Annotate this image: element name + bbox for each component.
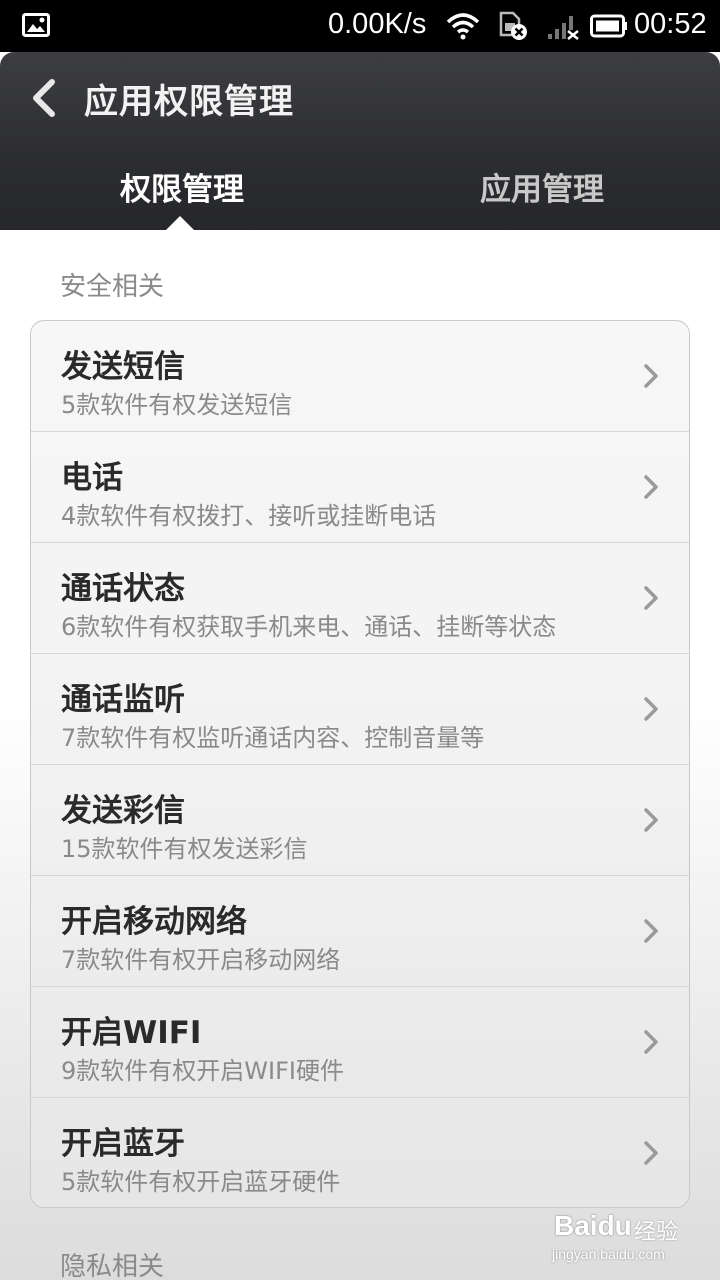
watermark-logo: Baidu	[554, 1210, 632, 1241]
list-item-mobile-data[interactable]: 开启移动网络 7款软件有权开启移动网络	[31, 876, 689, 987]
item-subtitle: 4款软件有权拨打、接听或挂断电话	[61, 502, 437, 530]
wifi-icon	[446, 13, 480, 40]
item-subtitle: 15款软件有权发送彩信	[61, 835, 308, 863]
item-title: 开启WIFI	[61, 1015, 202, 1051]
active-tab-indicator	[166, 216, 194, 230]
list-item-phone[interactable]: 电话 4款软件有权拨打、接听或挂断电话	[31, 432, 689, 543]
chevron-right-icon	[644, 808, 658, 832]
item-subtitle: 6款软件有权获取手机来电、通话、挂断等状态	[61, 613, 557, 641]
item-subtitle: 7款软件有权开启移动网络	[61, 946, 341, 974]
item-subtitle: 5款软件有权开启蓝牙硬件	[61, 1168, 341, 1196]
item-title: 发送彩信	[61, 793, 185, 829]
sim-error-icon	[499, 11, 527, 40]
chevron-right-icon	[644, 919, 658, 943]
baidu-jingyan-watermark: Baidu 经验 jingyan.baidu.com	[548, 1200, 698, 1270]
chevron-right-icon	[644, 475, 658, 499]
list-item-bluetooth[interactable]: 开启蓝牙 5款软件有权开启蓝牙硬件	[31, 1098, 689, 1207]
permission-list: 发送短信 5款软件有权发送短信 电话 4款软件有权拨打、接听或挂断电话 通话状态…	[30, 320, 690, 1208]
status-bar: 0.00K/s 00:52	[0, 0, 720, 52]
item-title: 通话监听	[61, 682, 185, 718]
list-item-send-sms[interactable]: 发送短信 5款软件有权发送短信	[31, 321, 689, 432]
back-arrow-icon[interactable]	[28, 78, 62, 118]
list-item-send-mms[interactable]: 发送彩信 15款软件有权发送彩信	[31, 765, 689, 876]
app-header: 应用权限管理 权限管理 应用管理	[0, 52, 720, 230]
section-label-security: 安全相关	[60, 272, 165, 302]
chevron-right-icon	[644, 364, 658, 388]
signal-icon	[548, 16, 579, 40]
item-subtitle: 7款软件有权监听通话内容、控制音量等	[61, 724, 485, 752]
chevron-right-icon	[644, 1030, 658, 1054]
chevron-right-icon	[644, 697, 658, 721]
item-subtitle: 9款软件有权开启WIFI硬件	[61, 1057, 344, 1085]
battery-icon	[590, 14, 627, 38]
list-item-call-monitor[interactable]: 通话监听 7款软件有权监听通话内容、控制音量等	[31, 654, 689, 765]
item-title: 电话	[61, 460, 123, 496]
chevron-right-icon	[644, 1141, 658, 1165]
item-title: 开启移动网络	[61, 904, 247, 940]
tab-app-management[interactable]: 应用管理	[480, 164, 604, 209]
image-notification-icon	[22, 13, 50, 37]
section-label-privacy: 隐私相关	[60, 1252, 165, 1280]
list-item-wifi[interactable]: 开启WIFI 9款软件有权开启WIFI硬件	[31, 987, 689, 1098]
clock: 00:52	[634, 8, 707, 40]
item-title: 发送短信	[61, 349, 185, 385]
item-subtitle: 5款软件有权发送短信	[61, 391, 293, 419]
list-item-call-state[interactable]: 通话状态 6款软件有权获取手机来电、通话、挂断等状态	[31, 543, 689, 654]
tab-permission-management[interactable]: 权限管理	[120, 164, 244, 209]
item-title: 开启蓝牙	[61, 1126, 185, 1162]
watermark-url: jingyan.baidu.com	[552, 1246, 665, 1262]
page-title: 应用权限管理	[84, 82, 294, 122]
item-title: 通话状态	[61, 571, 185, 607]
chevron-right-icon	[644, 586, 658, 610]
watermark-product: 经验	[634, 1220, 679, 1245]
network-speed: 0.00K/s	[328, 8, 427, 40]
